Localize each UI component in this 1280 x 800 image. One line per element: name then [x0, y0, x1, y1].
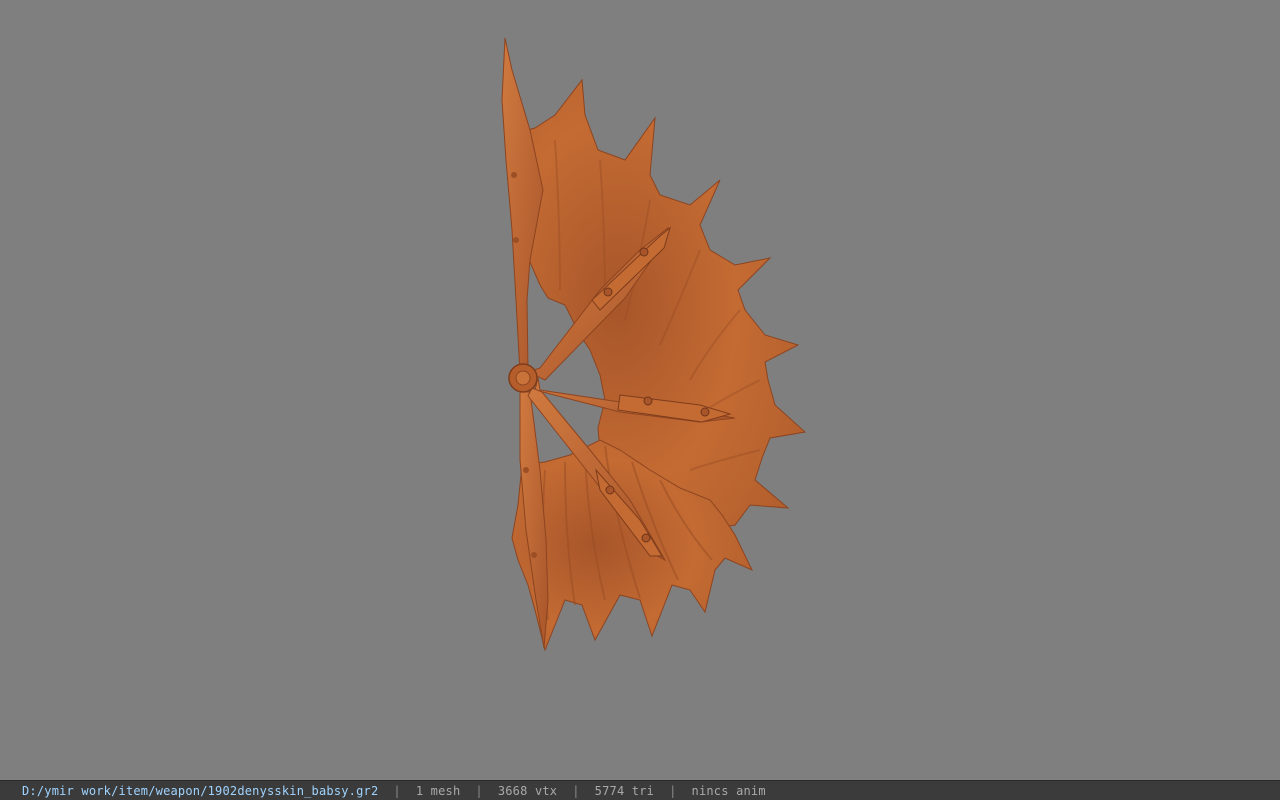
- status-separator: |: [475, 783, 483, 798]
- model-render: [501, 37, 807, 652]
- file-path-label: D:/ymir work/item/weapon/1902denysskin_b…: [22, 783, 379, 798]
- fan-outer-spine: [501, 37, 544, 373]
- status-separator: |: [572, 783, 580, 798]
- status-separator: |: [669, 783, 677, 798]
- status-bar: D:/ymir work/item/weapon/1902denysskin_b…: [0, 780, 1280, 800]
- vertex-count-label: 3668 vtx: [497, 783, 558, 798]
- fan-pivot: [508, 363, 538, 393]
- animation-status-label: nincs anim: [691, 783, 766, 798]
- status-separator: |: [393, 783, 401, 798]
- triangle-count-label: 5774 tri: [594, 783, 655, 798]
- 3d-viewport[interactable]: [0, 0, 1280, 780]
- mesh-count-label: 1 mesh: [415, 783, 461, 798]
